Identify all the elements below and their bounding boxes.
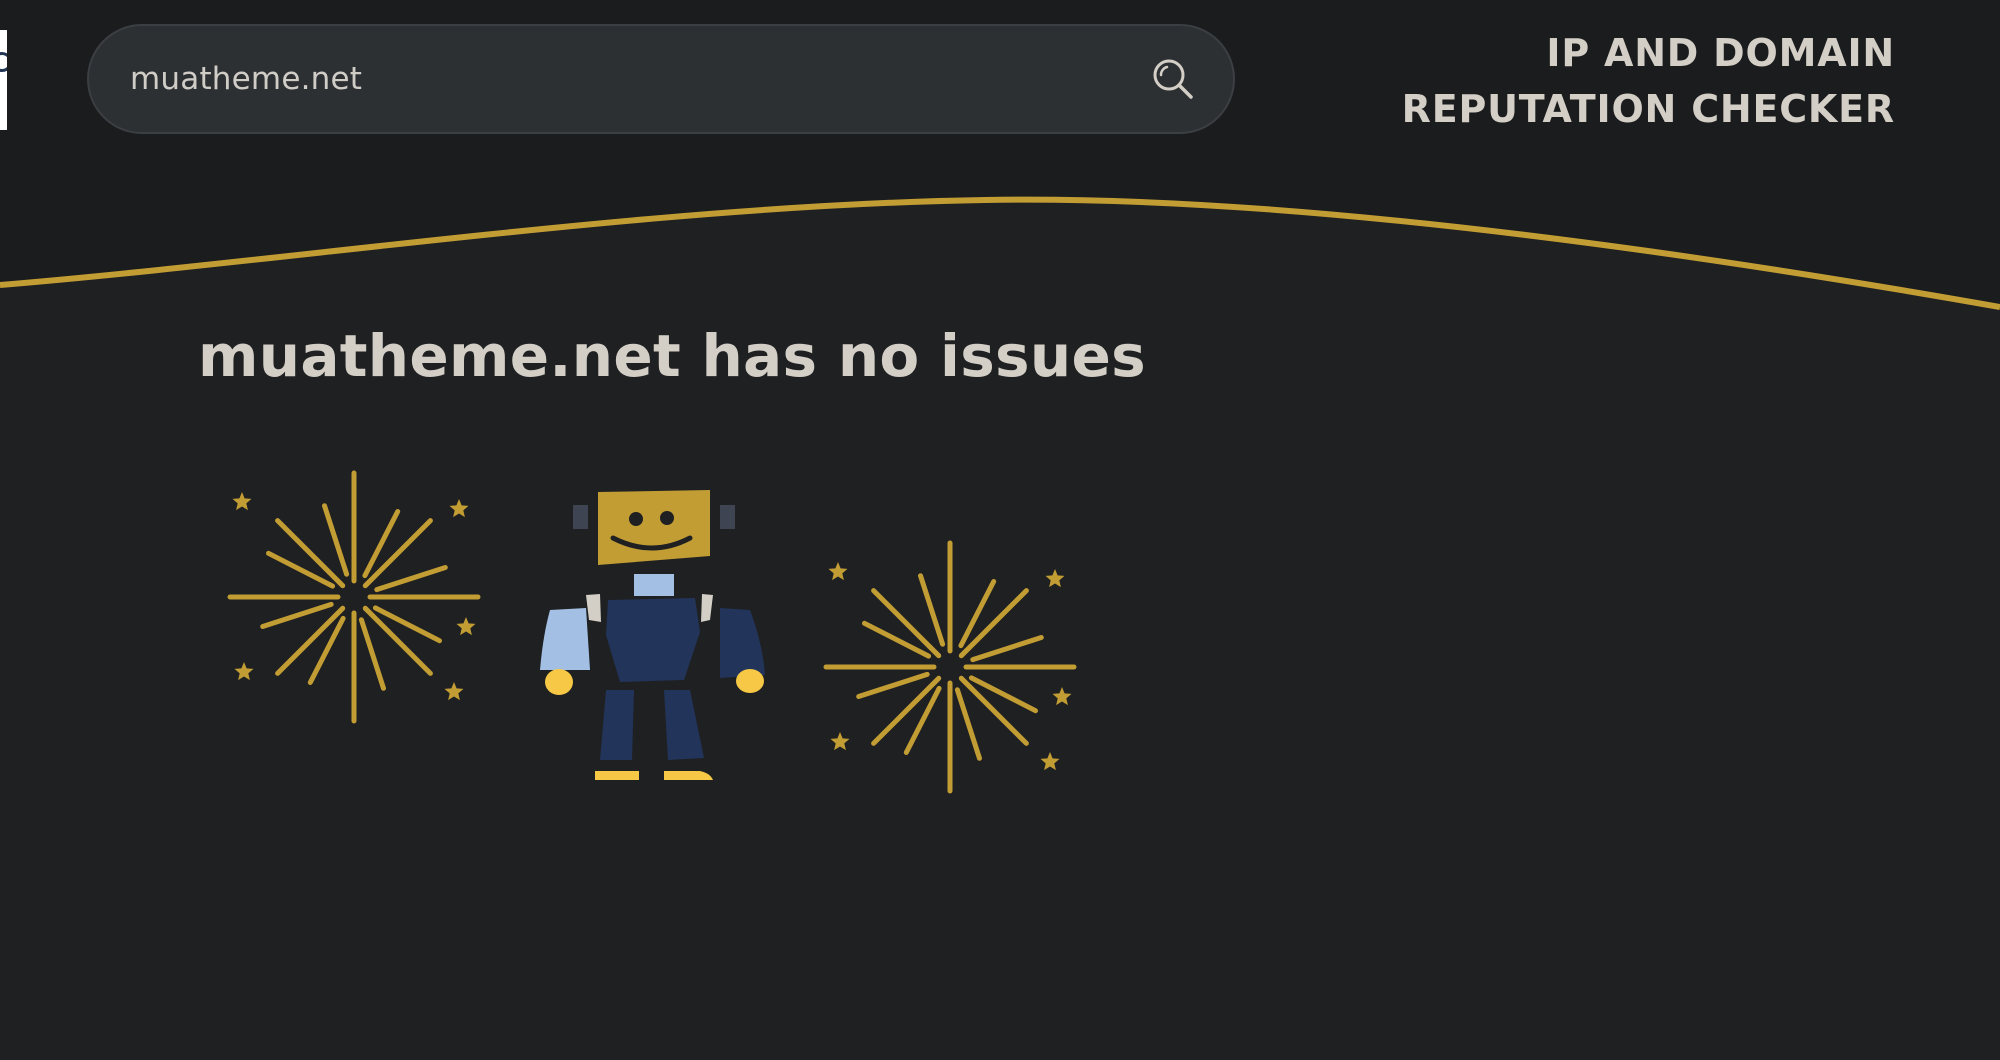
search-icon <box>1153 59 1193 99</box>
page: IP AND DOMAIN REPUTATION CHECKER muathem… <box>0 0 2000 1060</box>
firework-ray <box>918 573 946 647</box>
firework-ray <box>372 605 442 644</box>
firework-ray <box>260 601 334 629</box>
firework-ray <box>903 685 942 755</box>
firework-star <box>232 492 252 511</box>
firework-ray <box>954 687 982 761</box>
firework-ray <box>307 615 346 685</box>
firework-star <box>456 617 476 636</box>
firework-ray <box>322 503 350 577</box>
site-logo-fragment[interactable] <box>0 30 7 130</box>
firework-ray <box>958 579 997 649</box>
firework-left-icon <box>227 470 481 724</box>
firework-star <box>444 682 464 701</box>
search-button[interactable] <box>1143 49 1203 109</box>
firework-ray <box>862 620 932 659</box>
firework-ray <box>266 550 336 589</box>
domain-search-input[interactable] <box>89 25 1143 133</box>
firework-ray <box>358 617 386 691</box>
site-title-line1: IP AND DOMAIN <box>1546 31 1895 75</box>
firework-ray <box>374 565 448 593</box>
domain-search-bar <box>87 24 1235 134</box>
firework-star <box>830 732 850 751</box>
firework-star <box>1040 752 1060 771</box>
result-heading: muatheme.net has no issues <box>198 322 1146 390</box>
firework-ray <box>968 675 1038 714</box>
firework-star <box>1052 687 1072 706</box>
firework-star <box>1045 569 1065 588</box>
firework-star <box>234 662 254 681</box>
success-illustration <box>227 470 1077 794</box>
site-title-line2: REPUTATION CHECKER <box>1401 87 1895 131</box>
firework-star <box>449 499 469 518</box>
firework-star <box>828 562 848 581</box>
robot-mascot-icon <box>538 490 765 780</box>
site-title: IP AND DOMAIN REPUTATION CHECKER <box>1402 25 1895 137</box>
firework-ray <box>362 509 401 579</box>
firework-right-icon <box>823 540 1077 794</box>
firework-ray <box>970 635 1044 663</box>
firework-ray <box>856 671 930 699</box>
